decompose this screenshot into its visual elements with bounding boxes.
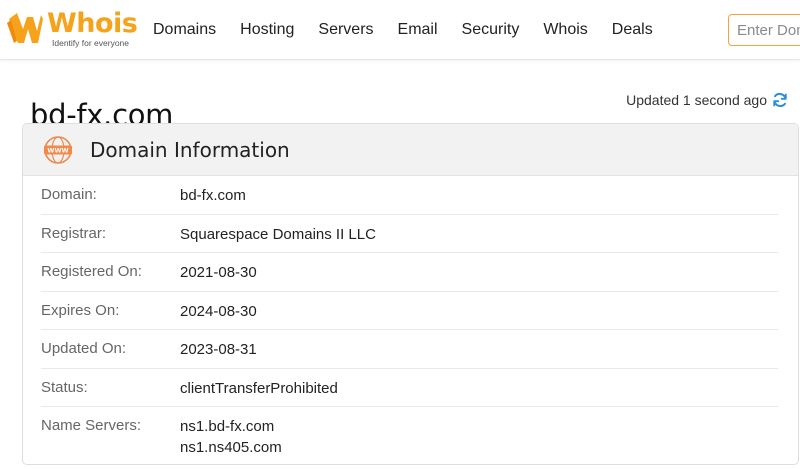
table-row: Expires On: 2024-08-30 bbox=[41, 292, 778, 330]
nav-whois[interactable]: Whois bbox=[543, 21, 587, 39]
row-label: Domain: bbox=[41, 186, 97, 203]
row-value: 2021-08-30 bbox=[180, 262, 257, 283]
nav-deals[interactable]: Deals bbox=[612, 21, 653, 39]
status-value: clientTransferProhibited bbox=[180, 379, 338, 397]
nav-security[interactable]: Security bbox=[462, 21, 520, 39]
row-value: 2024-08-30 bbox=[180, 301, 257, 322]
nav-domains[interactable]: Domains bbox=[153, 21, 216, 39]
row-value: clientTransferProhibited bbox=[180, 378, 338, 399]
row-label: Registrar: bbox=[41, 224, 107, 242]
logo-tagline: Identify for everyone bbox=[52, 38, 130, 48]
domain-value: bd-fx.com bbox=[180, 187, 246, 204]
row-label: Updated On: bbox=[41, 340, 127, 357]
row-value: ns1.bd-fx.com ns1.ns405.com bbox=[180, 416, 282, 458]
table-row: Registrar: Squarespace Domains II LLC bbox=[41, 215, 778, 253]
table-row: Registered On: 2021-08-30 bbox=[41, 253, 778, 292]
card-header: WWW Domain Information bbox=[23, 124, 798, 176]
card-title: Domain Information bbox=[90, 137, 290, 162]
www-icon: WWW bbox=[44, 135, 72, 164]
row-label: Status: bbox=[41, 378, 88, 396]
site-header: Whois Identify for everyone Domains Host… bbox=[0, 0, 800, 60]
updated-text: Updated 1 second ago bbox=[626, 92, 767, 108]
svg-text:WWW: WWW bbox=[47, 146, 68, 154]
row-value: bd-fx.com bbox=[180, 185, 246, 206]
nav-servers[interactable]: Servers bbox=[318, 21, 373, 39]
table-row: Name Servers: ns1.bd-fx.com ns1.ns405.co… bbox=[41, 407, 778, 458]
updated-status: Updated 1 second ago bbox=[626, 92, 788, 108]
expires-on-value: 2024-08-30 bbox=[180, 302, 257, 320]
nav-email[interactable]: Email bbox=[398, 21, 438, 39]
row-label: Name Servers: bbox=[41, 417, 142, 434]
domain-information-card: WWW Domain Information Domain: bd-fx.com… bbox=[22, 123, 799, 465]
domain-search-input[interactable] bbox=[728, 14, 800, 46]
logo-wordmark: Whois bbox=[47, 8, 138, 39]
name-server-value: ns1.ns405.com bbox=[180, 439, 282, 456]
row-label: Registered On: bbox=[41, 263, 142, 280]
row-label: Expires On: bbox=[41, 301, 120, 319]
whois-logo[interactable]: Whois Identify for everyone bbox=[5, 8, 138, 51]
registrar-value: Squarespace Domains II LLC bbox=[180, 225, 376, 243]
row-value: 2023-08-31 bbox=[180, 339, 257, 360]
refresh-icon[interactable] bbox=[772, 92, 788, 108]
nav-hosting[interactable]: Hosting bbox=[240, 21, 294, 39]
table-row: Status: clientTransferProhibited bbox=[41, 369, 778, 407]
main-nav: Domains Hosting Servers Email Security W… bbox=[153, 0, 677, 60]
table-row: Updated On: 2023-08-31 bbox=[41, 330, 778, 369]
updated-on-value: 2023-08-31 bbox=[180, 341, 257, 358]
table-row: Domain: bd-fx.com bbox=[41, 176, 778, 215]
name-server-value: ns1.bd-fx.com bbox=[180, 418, 275, 435]
logo-mark-icon bbox=[7, 13, 43, 43]
domain-info-table: Domain: bd-fx.com Registrar: Squarespace… bbox=[23, 176, 798, 458]
registered-on-value: 2021-08-30 bbox=[180, 264, 257, 281]
row-value: Squarespace Domains II LLC bbox=[180, 224, 376, 245]
